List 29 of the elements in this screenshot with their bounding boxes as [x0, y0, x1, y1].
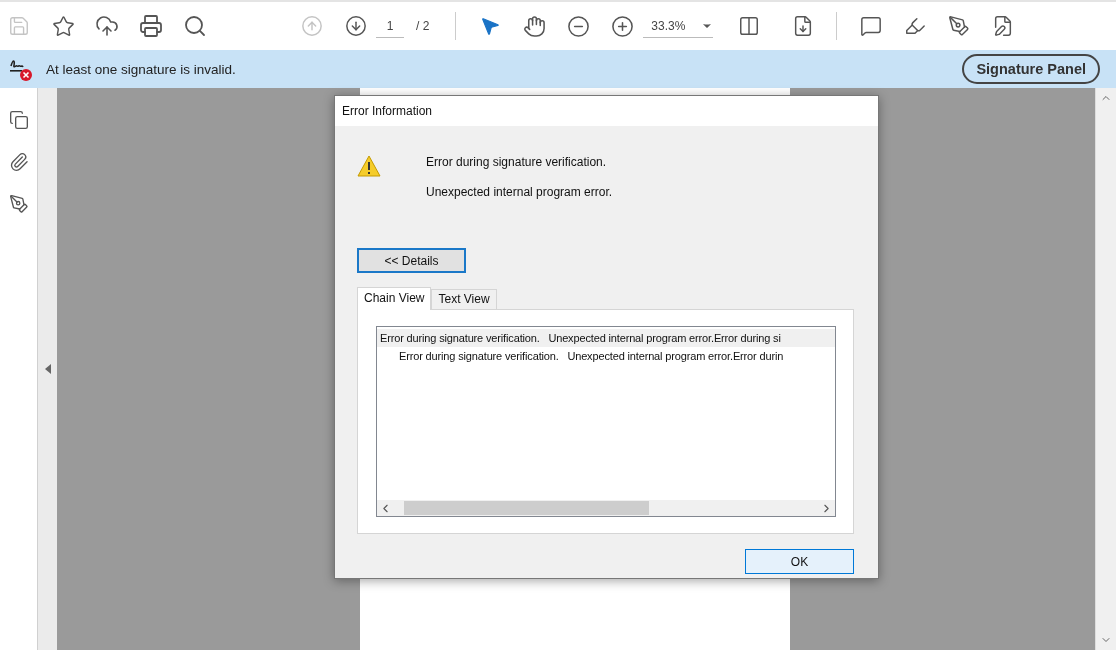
- zoom-out-icon[interactable]: [566, 14, 591, 38]
- error-message: Error during signature verification.: [426, 155, 608, 169]
- comment-icon[interactable]: [859, 14, 884, 38]
- search-icon[interactable]: [183, 14, 207, 38]
- signature-panel-button[interactable]: Signature Panel: [962, 54, 1100, 84]
- pen-nib-icon[interactable]: [8, 194, 29, 214]
- details-button[interactable]: << Details: [357, 248, 466, 273]
- hand-icon[interactable]: [522, 14, 547, 38]
- page-number-field[interactable]: 1: [376, 14, 404, 38]
- collapse-arrow-icon[interactable]: [44, 364, 51, 374]
- signature-status-message: At least one signature is invalid.: [46, 61, 237, 77]
- tab[interactable]: Text View: [431, 289, 497, 309]
- error-message: Unexpected internal program error.: [426, 185, 613, 199]
- chain-row[interactable]: Error during signature verification. Unexpected internal program error.Error during si: [377, 329, 835, 347]
- pages-icon[interactable]: [8, 110, 29, 130]
- zoom-in-icon[interactable]: [610, 14, 635, 38]
- arrow-down-icon[interactable]: [344, 14, 368, 38]
- paperclip-icon[interactable]: [8, 152, 29, 172]
- scroll-thumb[interactable]: [404, 501, 649, 515]
- chain-row[interactable]: Error during signature verification. Unexpected internal program error.Error durin: [377, 347, 835, 365]
- print-icon[interactable]: [139, 14, 163, 38]
- zoom-field[interactable]: 33.3%: [643, 14, 714, 38]
- warning-icon: [357, 155, 381, 177]
- star-icon[interactable]: [51, 14, 75, 38]
- ok-button[interactable]: OK: [745, 549, 854, 574]
- dialog-title: Error Information: [342, 104, 433, 118]
- tab[interactable]: Chain View: [357, 287, 432, 310]
- cloud-upload-icon[interactable]: [95, 14, 119, 38]
- page-total: / 2: [416, 19, 430, 33]
